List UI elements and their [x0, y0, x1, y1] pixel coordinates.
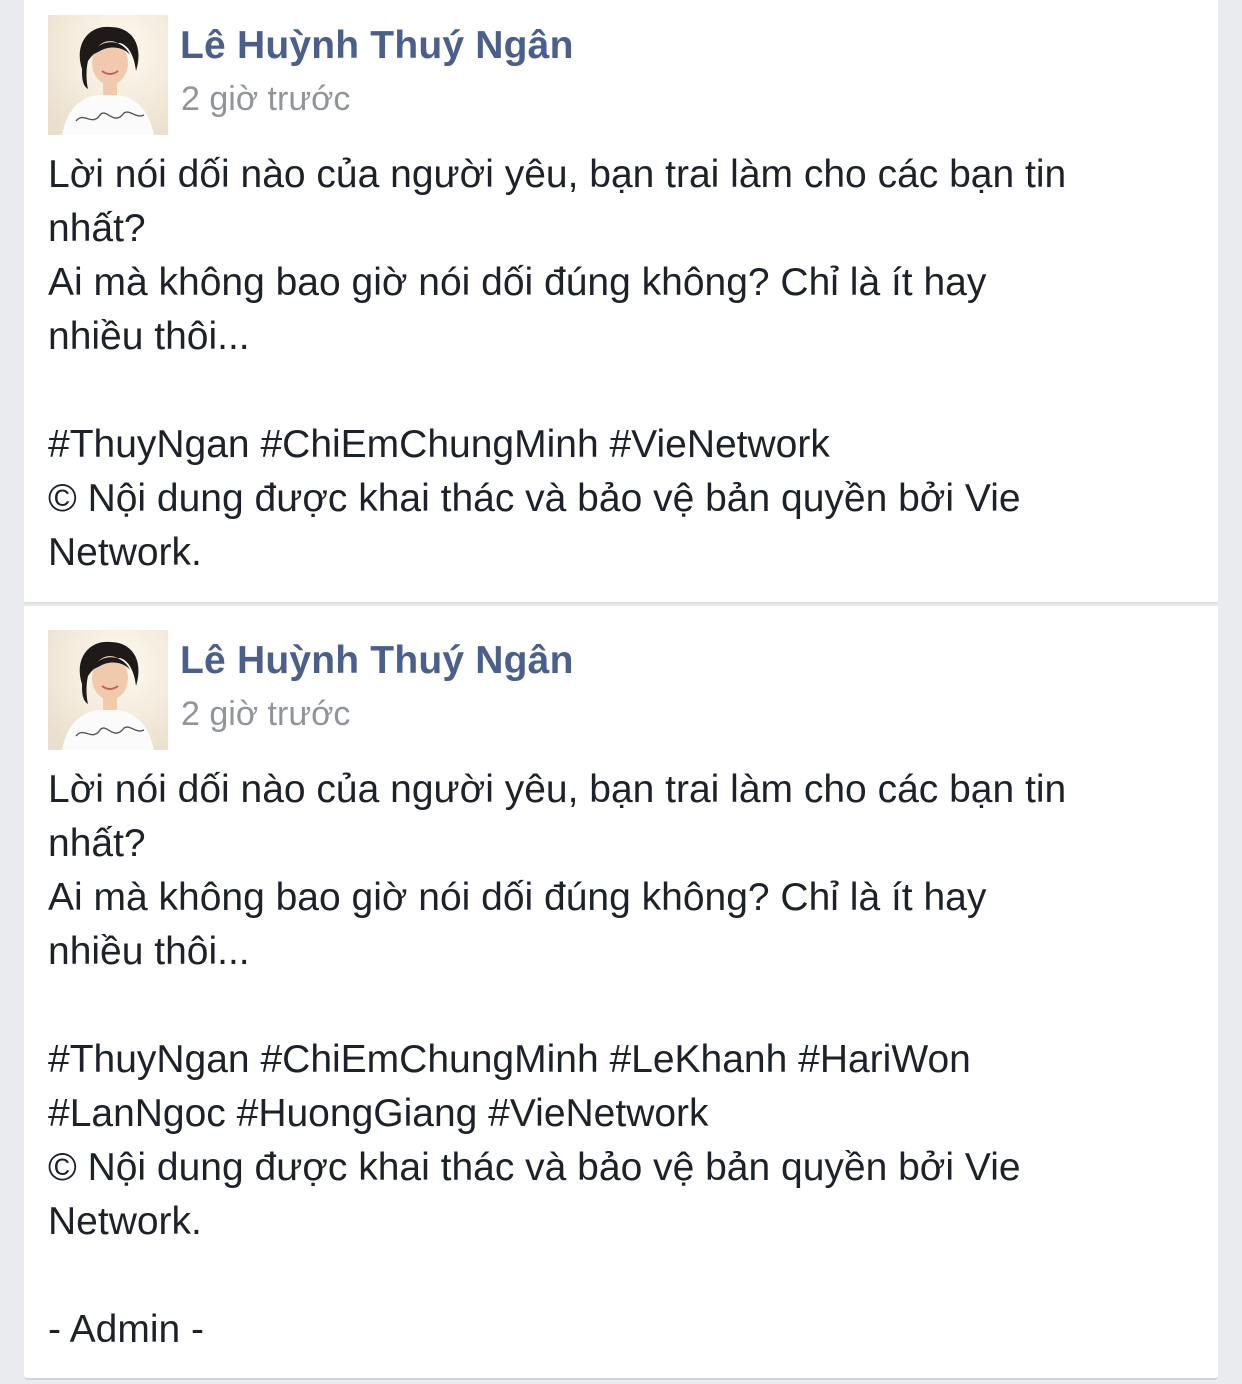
hashtags[interactable]: #LanNgoc #HuongGiang #VieNetwork [48, 1087, 1198, 1141]
paragraph-break [48, 364, 1198, 418]
post-line: Ai mà không bao giờ nói dối đúng không? … [48, 876, 987, 919]
hashtags[interactable]: #ThuyNgan #ChiEmChungMinh #VieNetwork [48, 418, 1198, 472]
hashtags[interactable]: #ThuyNgan #ChiEmChungMinh #LeKhanh #Hari… [48, 1033, 1198, 1087]
post-card: Lê Huỳnh Thuý Ngân 2 giờ trước Lời nói d… [24, 0, 1218, 604]
avatar[interactable] [48, 15, 168, 135]
post-timestamp[interactable]: 2 giờ trước [181, 695, 350, 734]
post-timestamp[interactable]: 2 giờ trước [181, 80, 350, 119]
post-line: nhiều thôi... [48, 315, 250, 358]
author-name[interactable]: Lê Huỳnh Thuý Ngân [180, 24, 574, 68]
post-text: Lời nói dối nào của người yêu, bạn trai … [48, 148, 1198, 580]
paragraph-break [48, 1249, 1198, 1303]
copyright-line: Network. [48, 531, 202, 574]
post-line: nhất? [48, 207, 146, 250]
copyright-line: © Nội dung được khai thác và bảo vệ bản … [48, 1146, 1021, 1189]
post-line: Lời nói dối nào của người yêu, bạn trai … [48, 153, 1067, 196]
paragraph-break [48, 979, 1198, 1033]
post-line: nhiều thôi... [48, 930, 250, 973]
post-line: nhất? [48, 822, 146, 865]
post-card: Lê Huỳnh Thuý Ngân 2 giờ trước Lời nói d… [24, 606, 1218, 1380]
signature-line: - Admin - [48, 1308, 205, 1351]
post-text: Lời nói dối nào của người yêu, bạn trai … [48, 763, 1198, 1357]
avatar[interactable] [48, 630, 168, 750]
copyright-line: © Nội dung được khai thác và bảo vệ bản … [48, 477, 1021, 520]
profile-photo-icon [48, 630, 168, 750]
copyright-line: Network. [48, 1200, 202, 1243]
feed: Lê Huỳnh Thuý Ngân 2 giờ trước Lời nói d… [24, 0, 1218, 1384]
post-line: Lời nói dối nào của người yêu, bạn trai … [48, 768, 1067, 811]
author-name[interactable]: Lê Huỳnh Thuý Ngân [180, 639, 574, 683]
post-line: Ai mà không bao giờ nói dối đúng không? … [48, 261, 987, 304]
profile-photo-icon [48, 15, 168, 135]
